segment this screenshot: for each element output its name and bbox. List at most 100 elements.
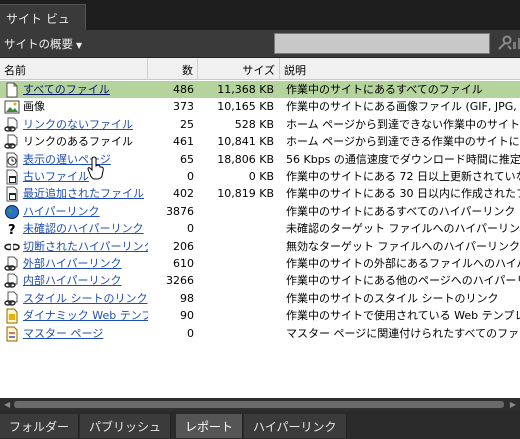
table-row[interactable]: すべてのファイル 486 11,368 KB 作業中のサイトにあるすべてのファイル xyxy=(0,81,520,99)
row-size xyxy=(198,325,274,342)
table-row[interactable]: 表示の遅いページ 65 18,806 KB 56 Kbps の通信速度でダウンロード時… xyxy=(0,151,520,168)
site-view-tab[interactable]: サイト ビュー xyxy=(0,4,86,43)
table-row[interactable]: 最近追加されたファイル 402 10,819 KB 作業中のサイトにある 30 日以内… xyxy=(0,185,520,202)
row-description: 作業中のサイトのスタイル シートのリンク xyxy=(286,291,499,305)
row-count: 486 xyxy=(173,83,194,96)
row-count: 3876 xyxy=(166,204,194,218)
report-toolbar: サイトの概要 ▼ xyxy=(0,30,520,58)
row-count: 3266 xyxy=(166,274,194,288)
row-count: 90 xyxy=(180,309,194,323)
row-size xyxy=(198,220,274,237)
row-name[interactable]: 最近追加されたファイル xyxy=(23,185,148,202)
table-row[interactable]: ハイパーリンク 3876 作業中のサイトにあるすべてのハイパーリンク xyxy=(0,203,520,220)
slow-page-icon xyxy=(4,152,20,168)
row-description: 作業中のサイトにある 72 日以上更新されていないファ xyxy=(286,170,520,183)
row-name[interactable]: すべてのファイル xyxy=(23,81,148,98)
table-row[interactable]: 内部ハイパーリンク 3266 作業中のサイトにある他のページへのハイパーリンク xyxy=(0,272,520,289)
row-count: 25 xyxy=(180,117,194,131)
row-size xyxy=(198,203,274,220)
row-name[interactable]: ダイナミック Web テンプレ… xyxy=(23,307,148,324)
tab-publish[interactable]: パブリッシュ xyxy=(80,414,172,438)
table-row[interactable]: 切断されたハイパーリンク 206 無効なターゲット ファイルへのハイパーリンク xyxy=(0,238,520,255)
row-description: 作業中のサイトにあるすべてのハイパーリンク xyxy=(286,204,516,218)
row-name[interactable]: 内部ハイパーリンク xyxy=(23,272,148,289)
table-row[interactable]: リンクのないファイル 25 528 KB ホーム ページから到達できない作業中のサイト… xyxy=(0,116,520,133)
old-file-icon xyxy=(4,169,20,185)
report-view-label: サイトの概要 xyxy=(4,37,73,51)
dynamic-template-icon xyxy=(4,308,20,324)
column-header-name[interactable]: 名前 xyxy=(0,58,148,80)
row-description: 作業中のサイトで使用されている Web テンプレート xyxy=(286,309,520,323)
table-row[interactable]: スタイル シートのリンク 98 作業中のサイトのスタイル シートのリンク xyxy=(0,290,520,307)
row-description: ホーム ページから到達できる作業中のサイトにあるファ xyxy=(286,135,520,149)
master-page-icon xyxy=(4,326,20,342)
row-description: 未確認のターゲット ファイルへのハイパーリンク xyxy=(286,222,520,236)
tab-folders[interactable]: フォルダー xyxy=(0,414,80,438)
internal-link-icon xyxy=(4,273,20,289)
row-description: 作業中のサイトにある他のページへのハイパーリンク xyxy=(286,274,520,288)
column-header-count[interactable]: 数 xyxy=(148,58,198,80)
row-size xyxy=(198,255,274,272)
row-name[interactable]: リンクのないファイル xyxy=(23,116,148,133)
all-files-icon xyxy=(4,82,20,98)
row-size xyxy=(198,307,274,324)
table-row[interactable]: ? 未確認のハイパーリンク 0 未確認のターゲット ファイルへのハイパーリンク xyxy=(0,220,520,237)
graph-icon[interactable] xyxy=(511,34,520,52)
row-name: リンクのあるファイル xyxy=(23,135,133,149)
row-description: マスター ページに関連付けられたすべてのファイル xyxy=(286,326,520,340)
linked-file-icon xyxy=(4,134,20,150)
row-name[interactable]: スタイル シートのリンク xyxy=(23,290,148,307)
row-name[interactable]: 外部ハイパーリンク xyxy=(23,255,148,272)
column-header-description[interactable]: 説明 xyxy=(280,58,520,80)
table-row[interactable]: 外部ハイパーリンク 610 作業中のサイトの外部にあるファイルへのハイパーリン xyxy=(0,255,520,272)
row-count: 373 xyxy=(173,100,194,114)
row-name: 画像 xyxy=(23,100,45,114)
row-count: 65 xyxy=(180,152,194,166)
row-description: 作業中のサイトにある 30 日以内に作成されたファイル xyxy=(286,187,520,201)
chevron-down-icon: ▼ xyxy=(76,41,83,50)
row-size: 10,165 KB xyxy=(217,100,274,114)
row-name[interactable]: 切断されたハイパーリンク xyxy=(23,238,148,255)
row-description: 56 Kbps の通信速度でダウンロード時間に推定で 30 秒 xyxy=(286,152,520,166)
scroll-right-icon[interactable]: ▶ xyxy=(510,400,516,409)
tab-reports[interactable]: レポート xyxy=(176,414,244,438)
question-icon: ? xyxy=(4,221,20,237)
view-tabs: フォルダー パブリッシュ レポート ハイパーリンク xyxy=(0,411,520,439)
table-row[interactable]: リンクのあるファイル 461 10,841 KB ホーム ページから到達できる作業中の… xyxy=(0,133,520,150)
row-description: 作業中のサイトにある画像ファイル (GIF, JPG, BMP, et xyxy=(286,100,520,114)
title-bar: サイト ビュー xyxy=(0,0,520,43)
row-size: 11,368 KB xyxy=(217,83,274,96)
row-size xyxy=(198,238,274,255)
row-count: 402 xyxy=(173,187,194,201)
scroll-left-icon[interactable]: ◀ xyxy=(4,400,10,409)
row-description: 無効なターゲット ファイルへのハイパーリンク xyxy=(286,239,520,253)
row-description: 作業中のサイトにあるすべてのファイル xyxy=(286,83,483,96)
picture-icon xyxy=(4,99,20,115)
row-size: 10,841 KB xyxy=(217,135,274,149)
tab-hyperlinks[interactable]: ハイパーリンク xyxy=(244,414,347,438)
report-filter-input[interactable] xyxy=(274,33,490,54)
unlinked-file-icon xyxy=(4,117,20,133)
hand-cursor-icon xyxy=(87,156,104,180)
broken-link-icon xyxy=(4,239,20,255)
report-view-dropdown[interactable]: サイトの概要 ▼ xyxy=(4,36,82,52)
row-count: 0 xyxy=(187,222,194,236)
table-row[interactable]: 画像 373 10,165 KB 作業中のサイトにある画像ファイル (GIF, JPG… xyxy=(0,98,520,115)
scrollbar-thumb[interactable] xyxy=(14,401,504,408)
row-count: 206 xyxy=(173,239,194,253)
row-size: 18,806 KB xyxy=(217,152,274,166)
row-name[interactable]: 未確認のハイパーリンク xyxy=(23,220,148,237)
row-count: 461 xyxy=(173,135,194,149)
table-row[interactable]: 古いファイル00 KB作業中のサイトにある 72 日以上更新されていないファ xyxy=(0,168,520,185)
row-name[interactable]: ハイパーリンク xyxy=(23,203,148,220)
row-size xyxy=(198,290,274,307)
row-size xyxy=(198,272,274,289)
globe-link-icon xyxy=(4,204,20,220)
row-size: 10,819 KB xyxy=(217,187,274,201)
horizontal-scrollbar[interactable]: ◀ ▶ xyxy=(0,398,520,411)
column-header-size[interactable]: サイズ xyxy=(198,58,280,80)
row-name[interactable]: マスター ページ xyxy=(23,325,148,342)
table-row[interactable]: ダイナミック Web テンプレ… 90 作業中のサイトで使用されている Web テン… xyxy=(0,307,520,324)
table-row[interactable]: マスター ページ 0 マスター ページに関連付けられたすべてのファイル xyxy=(0,325,520,342)
row-count: 0 xyxy=(187,326,194,340)
